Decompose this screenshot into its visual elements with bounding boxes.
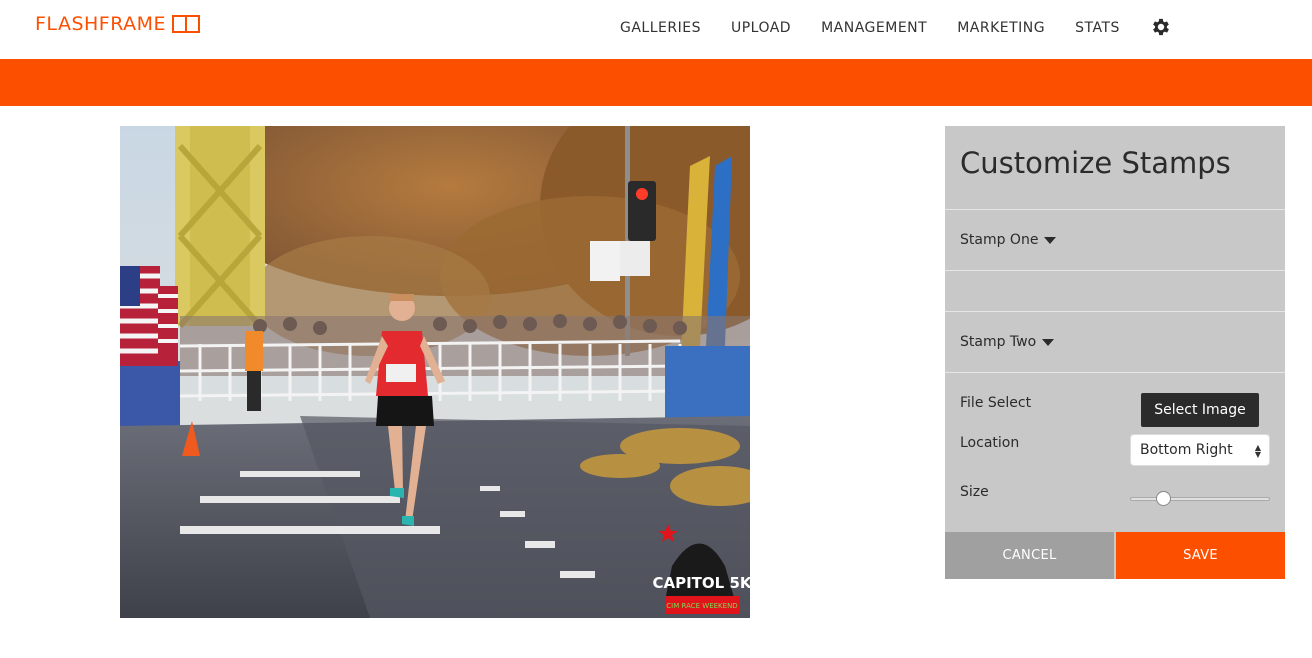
cancel-button[interactable]: CANCEL xyxy=(945,532,1114,579)
stamp-one-label: Stamp One xyxy=(960,232,1039,248)
stamp-two-toggle[interactable]: Stamp Two xyxy=(960,334,1055,350)
gear-icon[interactable] xyxy=(1150,16,1172,38)
customize-stamps-panel: Customize Stamps Stamp One Stamp Two Fil… xyxy=(945,126,1285,579)
nav-management[interactable]: MANAGEMENT xyxy=(821,20,927,36)
divider xyxy=(945,270,1285,271)
nav-upload[interactable]: UPLOAD xyxy=(731,20,791,36)
logo-mark-icon xyxy=(172,15,201,33)
location-value: Bottom Right xyxy=(1140,442,1233,458)
flashframe-logo[interactable]: FLASHFRAME xyxy=(35,13,201,35)
divider xyxy=(945,311,1285,312)
select-arrows-icon: ▲ ▼ xyxy=(1254,443,1261,459)
svg-text:CIM RACE WEEKEND: CIM RACE WEEKEND xyxy=(666,602,737,610)
panel-title: Customize Stamps xyxy=(960,146,1231,180)
divider xyxy=(945,372,1285,373)
stamp-two-label: Stamp Two xyxy=(960,334,1037,350)
caret-down-icon xyxy=(1042,338,1055,346)
save-button[interactable]: SAVE xyxy=(1116,532,1285,579)
nav-marketing[interactable]: MARKETING xyxy=(957,20,1045,36)
logo-text: FLASHFRAME xyxy=(35,13,167,35)
nav-stats[interactable]: STATS xyxy=(1075,20,1120,36)
size-slider[interactable] xyxy=(1130,491,1270,506)
select-image-button[interactable]: Select Image xyxy=(1141,393,1259,427)
location-select[interactable]: Bottom Right ▲ ▼ xyxy=(1130,434,1270,466)
top-navigation-bar: FLASHFRAME GALLERIES UPLOAD MANAGEMENT M… xyxy=(0,0,1312,59)
size-slider-thumb[interactable] xyxy=(1156,491,1171,506)
brand-banner xyxy=(0,59,1312,106)
file-select-label: File Select xyxy=(960,395,1032,411)
location-label: Location xyxy=(960,435,1020,451)
divider xyxy=(945,209,1285,210)
gallery-photo: CAPITOL 5K CIM RACE WEEKEND xyxy=(120,126,750,618)
nav-galleries[interactable]: GALLERIES xyxy=(620,20,701,36)
size-label: Size xyxy=(960,484,989,500)
main-nav: GALLERIES UPLOAD MANAGEMENT MARKETING ST… xyxy=(620,18,1172,38)
race-photo: CAPITOL 5K CIM RACE WEEKEND xyxy=(120,126,750,618)
stamp-one-toggle[interactable]: Stamp One xyxy=(960,232,1057,248)
svg-text:CAPITOL 5K: CAPITOL 5K xyxy=(652,574,750,592)
caret-down-icon xyxy=(1044,236,1057,244)
